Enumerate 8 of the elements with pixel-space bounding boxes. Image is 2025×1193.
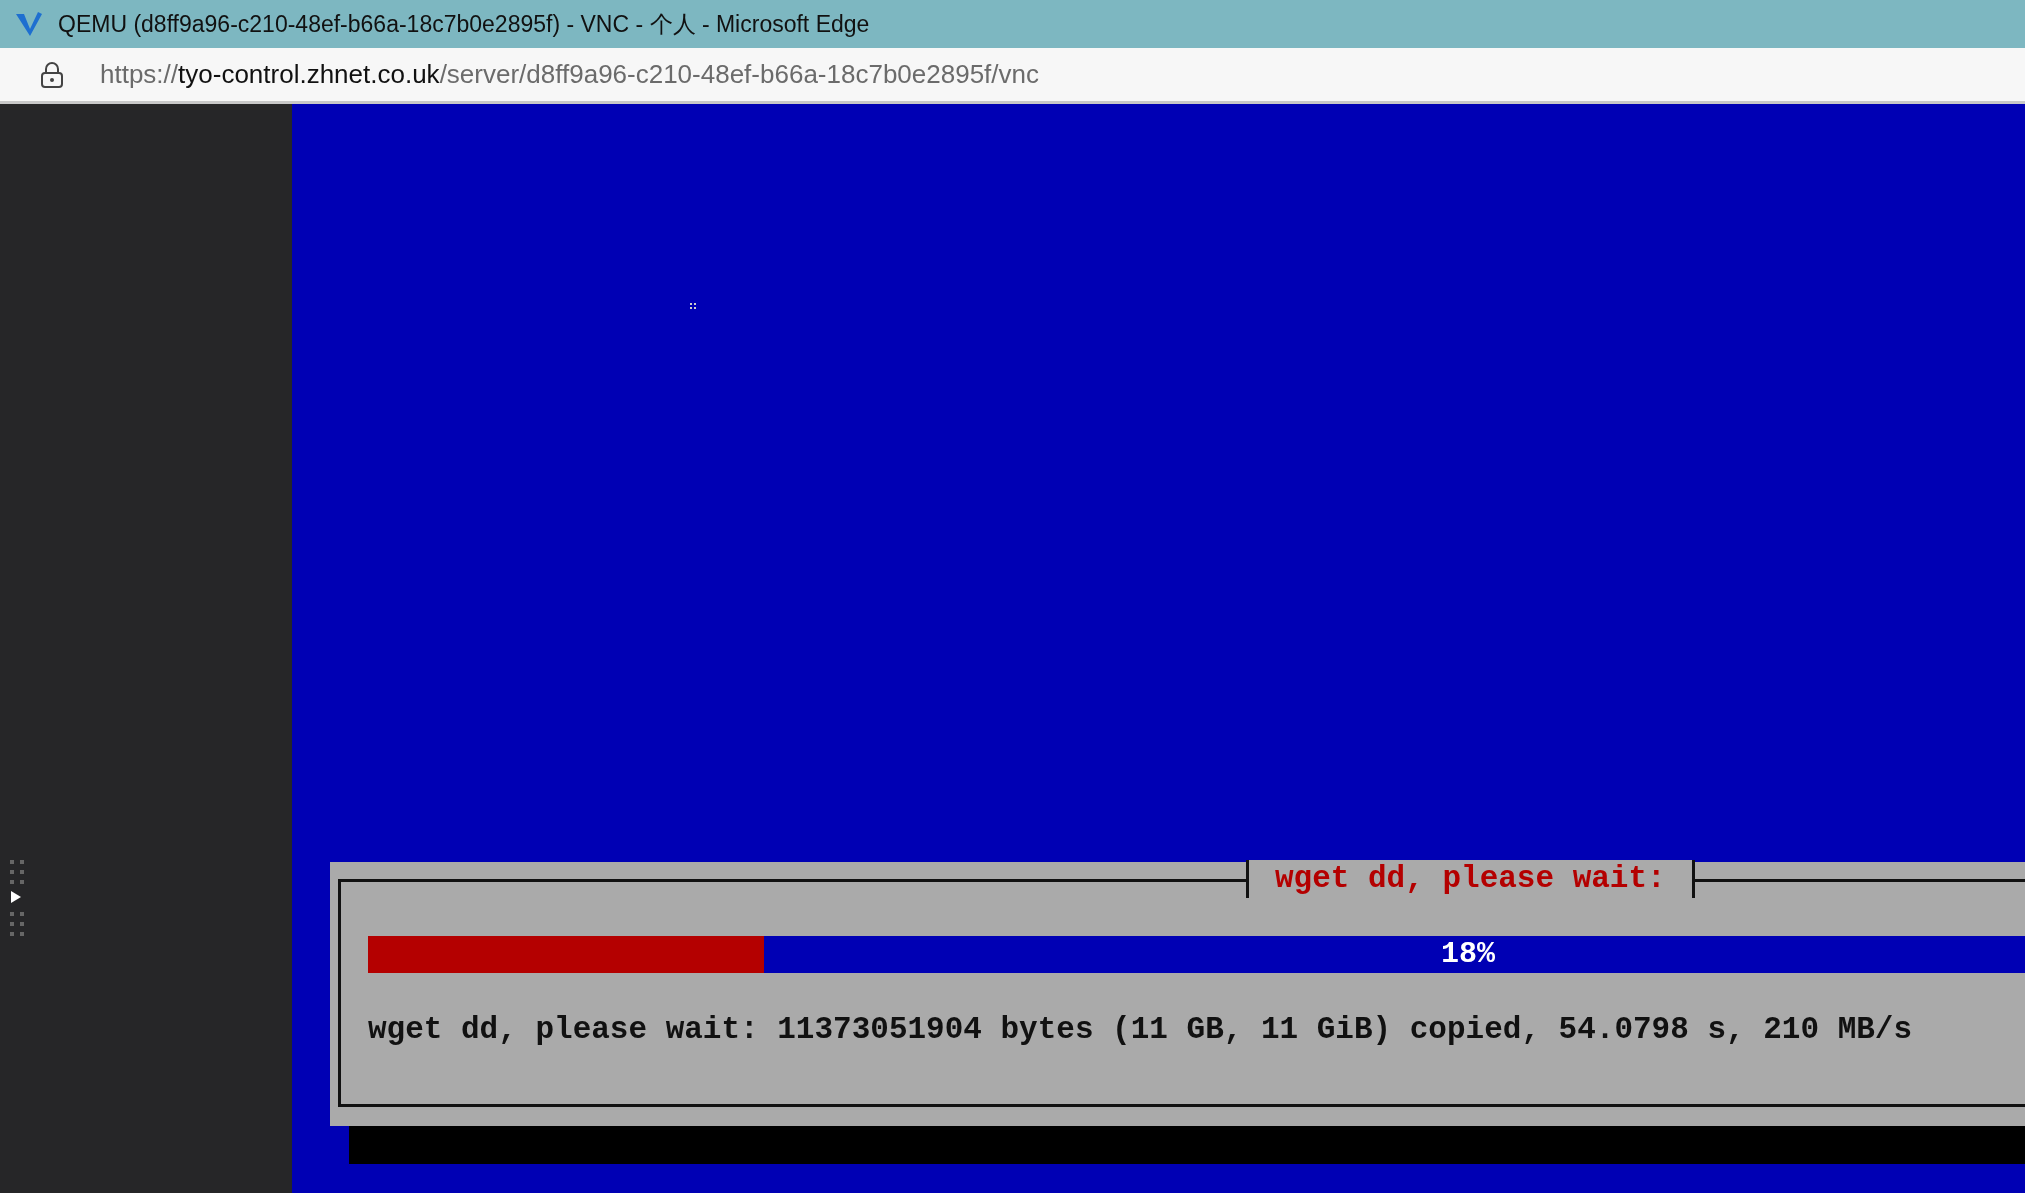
cursor-icon [690,303,696,309]
window-title: QEMU (d8ff9a96-c210-48ef-b66a-18c7b0e2895f) - VNC - 个人 - Microsoft Edge [58,9,870,39]
lock-icon [40,60,64,89]
progress-percent: 18% [1441,936,1495,973]
browser-logo-icon [14,11,44,37]
status-message: wget dd, please wait: 11373051904 bytes (11 GB, 11 GiB) copied, 54.0798 s, 210 MB/s [368,1011,1914,1049]
dialog-title: wget dd, please wait: [1246,860,1695,898]
url-field[interactable]: https://tyo-control.zhnet.co.uk/server/d8ff9a96-c210-48ef-b66a-18c7b0e2895f/vnc [100,55,1039,94]
